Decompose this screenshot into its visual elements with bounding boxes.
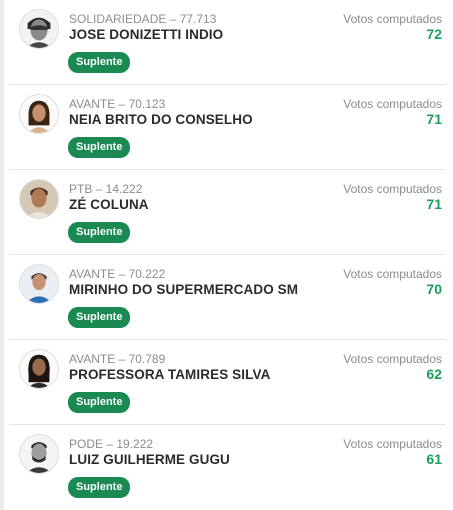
candidate-card[interactable]: SOLIDARIEDADE – 77.713 JOSE DONIZETTI IN…: [9, 0, 446, 85]
candidate-party-number: AVANTE – 70.789: [69, 352, 166, 366]
status-badge: Suplente: [68, 222, 131, 243]
candidate-photo-icon: [19, 349, 59, 389]
votes-label: Votos computados: [343, 352, 442, 366]
candidate-name: ZÉ COLUNA: [69, 197, 149, 212]
candidate-photo-icon: [19, 434, 59, 474]
candidate-card[interactable]: PODE – 19.222 LUIZ GUILHERME GUGU Suplen…: [9, 425, 446, 510]
candidate-party-number: AVANTE – 70.123: [69, 97, 166, 111]
candidate-party-number: PTB – 14.222: [69, 182, 143, 196]
candidate-name: NEIA BRITO DO CONSELHO: [69, 112, 253, 127]
candidate-photo-icon: [19, 9, 59, 49]
candidate-name: LUIZ GUILHERME GUGU: [69, 452, 230, 467]
candidate-card[interactable]: AVANTE – 70.123 NEIA BRITO DO CONSELHO S…: [9, 85, 446, 170]
votes-count: 71: [426, 111, 442, 127]
candidate-photo-icon: [19, 179, 59, 219]
candidate-name: MIRINHO DO SUPERMERCADO SM: [69, 282, 299, 297]
votes-count: 71: [426, 196, 442, 212]
votes-count: 70: [426, 281, 442, 297]
candidate-name: PROFESSORA TAMIRES SILVA: [69, 367, 271, 382]
candidate-party-number: SOLIDARIEDADE – 77.713: [69, 12, 217, 26]
votes-count: 61: [426, 451, 442, 467]
status-badge: Suplente: [68, 52, 131, 73]
status-badge: Suplente: [68, 307, 131, 328]
candidate-card[interactable]: PTB – 14.222 ZÉ COLUNA Suplente Votos co…: [9, 170, 446, 255]
candidate-party-number: PODE – 19.222: [69, 437, 154, 451]
votes-count: 62: [426, 366, 442, 382]
left-divider: [0, 0, 4, 510]
votes-label: Votos computados: [343, 182, 442, 196]
votes-label: Votos computados: [343, 267, 442, 281]
status-badge: Suplente: [68, 137, 131, 158]
votes-label: Votos computados: [343, 12, 442, 26]
status-badge: Suplente: [68, 392, 131, 413]
candidate-party-number: AVANTE – 70.222: [69, 267, 166, 281]
candidate-list: SOLIDARIEDADE – 77.713 JOSE DONIZETTI IN…: [9, 0, 446, 510]
status-badge: Suplente: [68, 477, 131, 498]
votes-label: Votos computados: [343, 437, 442, 451]
candidate-results-page: SOLIDARIEDADE – 77.713 JOSE DONIZETTI IN…: [0, 0, 453, 510]
candidate-name: JOSE DONIZETTI INDIO: [69, 27, 224, 42]
candidate-card[interactable]: AVANTE – 70.789 PROFESSORA TAMIRES SILVA…: [9, 340, 446, 425]
votes-count: 72: [426, 26, 442, 42]
candidate-photo-icon: [19, 94, 59, 134]
candidate-photo-icon: [19, 264, 59, 304]
votes-label: Votos computados: [343, 97, 442, 111]
candidate-card[interactable]: AVANTE – 70.222 MIRINHO DO SUPERMERCADO …: [9, 255, 446, 340]
